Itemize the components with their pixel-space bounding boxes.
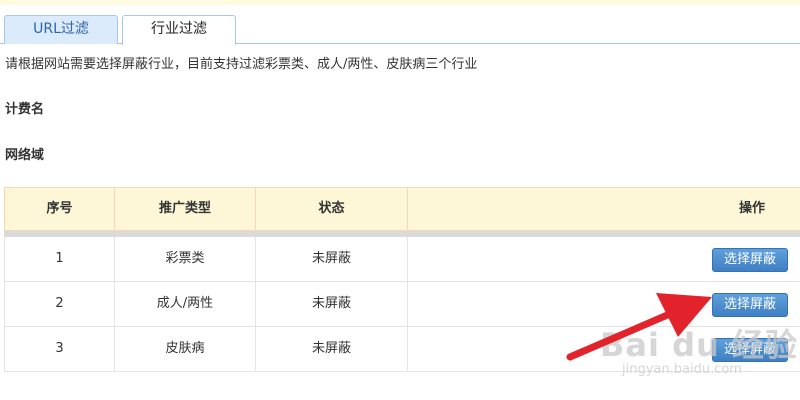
header-action: 操作 — [738, 201, 765, 216]
table-header: 序号 推广类型 状态 操作 — [4, 187, 800, 231]
row-index: 2 — [5, 282, 115, 326]
tab-industry-filter[interactable]: 行业过滤 — [122, 15, 236, 45]
header-index: 序号 — [5, 188, 115, 230]
row-index: 1 — [5, 237, 115, 281]
tab-bar: URL过滤 行业过滤 — [0, 15, 800, 45]
row-type: 彩票类 — [115, 237, 256, 281]
header-type: 推广类型 — [115, 188, 256, 230]
tab-url-filter[interactable]: URL过滤 — [4, 15, 118, 44]
row-type: 皮肤病 — [115, 327, 256, 371]
watermark: Bai du 经验 jingyan.baidu.com — [600, 320, 798, 377]
row-status: 未屏蔽 — [256, 282, 408, 326]
header-status: 状态 — [256, 188, 408, 230]
table-row: 1 彩票类 未屏蔽 选择屏蔽 — [4, 237, 800, 282]
description-text: 请根据网站需要选择屏蔽行业，目前支持过滤彩票类、成人/两性、皮肤病三个行业 — [5, 57, 478, 72]
watermark-brand: Bai du 经验 — [600, 326, 798, 364]
row-type: 成人/两性 — [115, 282, 256, 326]
network-domain-label: 网络域 — [5, 148, 45, 163]
watermark-url: jingyan.baidu.com — [622, 362, 742, 377]
select-block-button[interactable]: 选择屏蔽 — [712, 293, 788, 317]
select-block-button[interactable]: 选择屏蔽 — [712, 248, 788, 272]
row-status: 未屏蔽 — [256, 237, 408, 281]
row-status: 未屏蔽 — [256, 327, 408, 371]
top-strip — [0, 0, 800, 5]
row-index: 3 — [5, 327, 115, 371]
billing-name-label: 计费名 — [5, 102, 45, 117]
row-action-cell: 选择屏蔽 — [408, 237, 800, 281]
